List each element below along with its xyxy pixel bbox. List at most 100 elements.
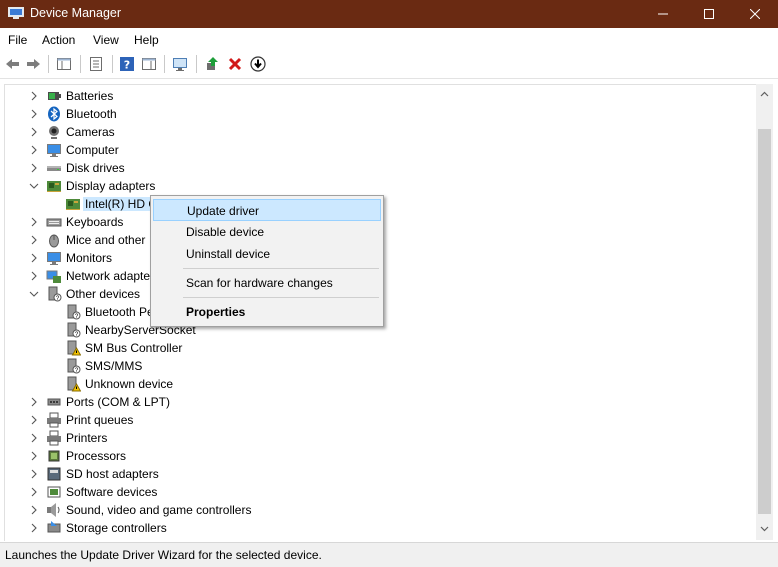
tree-category-row[interactable]: Display adapters bbox=[5, 177, 757, 195]
status-text: Launches the Update Driver Wizard for th… bbox=[5, 548, 322, 562]
scan-hardware-icon[interactable] bbox=[172, 56, 188, 72]
chevron-right-icon[interactable] bbox=[29, 217, 39, 227]
toolbar: ? bbox=[0, 50, 778, 79]
properties-label: Properties bbox=[186, 305, 246, 319]
tree-category-row[interactable]: Computer bbox=[5, 141, 757, 159]
tree-category-row[interactable]: Processors bbox=[5, 447, 757, 465]
help-icon[interactable]: ? bbox=[119, 56, 135, 72]
scroll-up-arrow-icon[interactable] bbox=[760, 90, 769, 99]
tree-item-label: Computer bbox=[66, 143, 119, 157]
menu-help[interactable]: Help bbox=[134, 33, 159, 47]
scan-hardware-menu-item[interactable]: Scan for hardware changes bbox=[153, 272, 381, 294]
menu-separator bbox=[183, 297, 379, 298]
chevron-right-icon[interactable] bbox=[29, 127, 39, 137]
minimize-button[interactable] bbox=[640, 0, 686, 28]
unknown-device-icon: ? bbox=[67, 304, 81, 320]
tree-item-label: SD host adapters bbox=[66, 467, 159, 481]
warning-device-icon bbox=[67, 340, 81, 356]
tree-category-row[interactable]: Ports (COM & LPT) bbox=[5, 393, 757, 411]
uninstall-device-menu-item[interactable]: Uninstall device bbox=[153, 243, 381, 265]
maximize-button[interactable] bbox=[686, 0, 732, 28]
toolbar-separator bbox=[164, 55, 165, 73]
minimize-icon bbox=[658, 13, 668, 15]
disable-device-icon[interactable] bbox=[250, 56, 266, 72]
software-device-icon bbox=[47, 486, 61, 498]
tree-item-label: Disk drives bbox=[66, 161, 125, 175]
back-icon[interactable] bbox=[5, 56, 21, 72]
tree-item-label: Unknown device bbox=[85, 377, 174, 391]
disable-device-label: Disable device bbox=[186, 225, 265, 239]
chevron-right-icon[interactable] bbox=[29, 271, 39, 281]
show-hide-console-tree-icon[interactable] bbox=[56, 56, 72, 72]
storage-controller-icon bbox=[47, 521, 61, 533]
tree-category-row[interactable]: Software devices bbox=[5, 483, 757, 501]
tree-category-row[interactable]: Print queues bbox=[5, 411, 757, 429]
tree-item-label: Mice and other bbox=[66, 233, 146, 247]
chevron-right-icon[interactable] bbox=[29, 109, 39, 119]
chevron-right-icon[interactable] bbox=[29, 523, 39, 533]
update-driver-label: Update driver bbox=[187, 204, 260, 218]
processor-icon bbox=[48, 450, 60, 462]
keyboard-icon bbox=[46, 218, 62, 227]
printer-icon bbox=[47, 430, 61, 446]
port-icon bbox=[47, 398, 61, 406]
tree-category-row[interactable]: Printers bbox=[5, 429, 757, 447]
vertical-scrollbar[interactable] bbox=[756, 84, 773, 540]
forward-icon[interactable] bbox=[25, 56, 41, 72]
tree-item-label: Bluetooth Pe bbox=[85, 305, 154, 319]
tree-device-row[interactable]: Unknown device bbox=[5, 375, 757, 393]
update-driver-menu-item[interactable]: Update driver bbox=[153, 199, 381, 221]
unknown-device-icon: ? bbox=[67, 358, 81, 374]
tree-category-row[interactable]: Sound, video and game controllers bbox=[5, 501, 757, 519]
sd-host-icon bbox=[47, 467, 61, 481]
chevron-right-icon[interactable] bbox=[29, 469, 39, 479]
uninstall-icon[interactable] bbox=[227, 56, 243, 72]
tree-item-label: Storage controllers bbox=[66, 521, 167, 535]
close-button[interactable] bbox=[732, 0, 778, 28]
tree-category-row[interactable]: Batteries bbox=[5, 87, 757, 105]
properties-menu-item[interactable]: Properties bbox=[153, 301, 381, 323]
context-menu: Update driver Disable device Uninstall d… bbox=[150, 195, 384, 327]
tree-category-row[interactable]: SD host adapters bbox=[5, 465, 757, 483]
tree-category-row[interactable]: Cameras bbox=[5, 123, 757, 141]
menu-file[interactable]: File bbox=[8, 33, 27, 47]
update-driver-icon[interactable] bbox=[204, 56, 220, 72]
unknown-device-icon: ? bbox=[67, 322, 81, 338]
tree-device-row[interactable]: ? SMS/MMS bbox=[5, 357, 757, 375]
disable-device-menu-item[interactable]: Disable device bbox=[153, 221, 381, 243]
tree-item-label: SMS/MMS bbox=[85, 359, 143, 373]
toolbar-separator bbox=[80, 55, 81, 73]
menu-action[interactable]: Action bbox=[42, 33, 75, 47]
tree-category-row[interactable]: Disk drives bbox=[5, 159, 757, 177]
chevron-down-icon[interactable] bbox=[29, 181, 39, 191]
chevron-right-icon[interactable] bbox=[29, 235, 39, 245]
menu-view[interactable]: View bbox=[93, 33, 119, 47]
chevron-right-icon[interactable] bbox=[29, 163, 39, 173]
scroll-down-arrow-icon[interactable] bbox=[760, 524, 769, 533]
mouse-icon bbox=[49, 234, 59, 248]
tree-item-label: Monitors bbox=[66, 251, 113, 265]
monitor-icon bbox=[47, 252, 61, 265]
sound-icon bbox=[47, 503, 60, 517]
chevron-right-icon[interactable] bbox=[29, 487, 39, 497]
chevron-right-icon[interactable] bbox=[29, 415, 39, 425]
properties-icon[interactable] bbox=[88, 56, 104, 72]
chevron-down-icon[interactable] bbox=[29, 289, 39, 299]
chevron-right-icon[interactable] bbox=[29, 451, 39, 461]
tree-category-row[interactable]: Bluetooth bbox=[5, 105, 757, 123]
chevron-right-icon[interactable] bbox=[29, 91, 39, 101]
tree-item-label: Printers bbox=[66, 431, 108, 445]
tree-category-row[interactable]: Storage controllers bbox=[5, 519, 757, 537]
scrollbar-thumb[interactable] bbox=[758, 129, 771, 514]
tree-device-row[interactable]: SM Bus Controller bbox=[5, 339, 757, 357]
tree-item-label: Print queues bbox=[66, 413, 134, 427]
action-pane-icon[interactable] bbox=[141, 56, 157, 72]
chevron-right-icon[interactable] bbox=[29, 253, 39, 263]
chevron-right-icon[interactable] bbox=[29, 397, 39, 407]
chevron-right-icon[interactable] bbox=[29, 433, 39, 443]
chevron-right-icon[interactable] bbox=[29, 505, 39, 515]
chevron-right-icon[interactable] bbox=[29, 145, 39, 155]
tree-item-label: Display adapters bbox=[66, 179, 156, 193]
battery-icon bbox=[48, 92, 61, 100]
other-devices-icon: ? bbox=[48, 286, 62, 302]
